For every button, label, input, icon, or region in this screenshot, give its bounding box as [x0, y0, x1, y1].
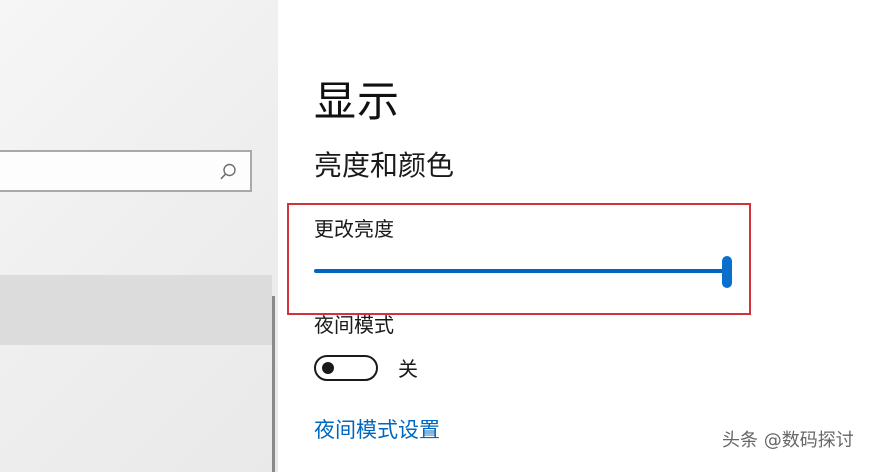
search-input[interactable] — [0, 150, 252, 192]
settings-window: 显示 亮度和颜色 更改亮度 夜间模式 关 夜间模式设置 头条 @数码探讨 — [0, 0, 874, 472]
search-icon[interactable] — [218, 162, 238, 182]
toggle-knob — [322, 362, 334, 374]
watermark: 头条 @数码探讨 — [722, 430, 854, 451]
night-light-settings-link[interactable]: 夜间模式设置 — [314, 415, 440, 445]
brightness-slider-thumb[interactable] — [722, 256, 732, 288]
page-title: 显示 — [314, 77, 401, 126]
left-navigation-panel — [0, 0, 278, 472]
sidebar-scrollbar[interactable] — [272, 296, 275, 472]
brightness-slider[interactable] — [314, 256, 732, 288]
section-title-brightness-color: 亮度和颜色 — [314, 149, 455, 182]
night-light-toggle-state: 关 — [398, 357, 418, 381]
brightness-slider-track[interactable] — [314, 269, 727, 273]
night-light-toggle[interactable] — [314, 355, 378, 381]
night-light-label: 夜间模式 — [314, 313, 394, 337]
brightness-label: 更改亮度 — [314, 217, 394, 241]
sidebar-item-display-selected[interactable] — [0, 275, 272, 345]
